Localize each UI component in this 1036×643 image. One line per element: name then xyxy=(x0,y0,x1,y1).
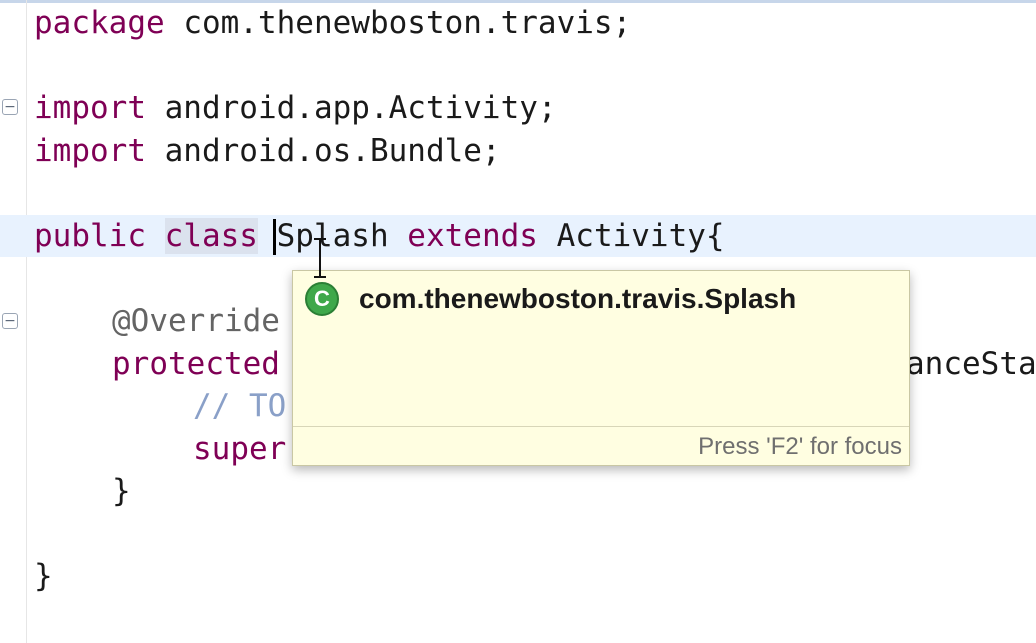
code-line-todo-comment: // TO xyxy=(193,388,287,424)
code-text: android.app.Activity; xyxy=(145,90,557,126)
selected-keyword: class xyxy=(164,218,258,254)
keyword: public xyxy=(34,218,146,254)
ibeam-cursor-icon xyxy=(314,236,326,280)
code-text: com.thenewboston.travis; xyxy=(164,5,632,41)
class-icon: C xyxy=(305,282,339,316)
code-text: Splash xyxy=(257,218,408,254)
code-line-import-bundle: import android.os.Bundle; xyxy=(34,130,501,172)
code-line-method-start: protected xyxy=(112,346,280,382)
popup-class-name: com.thenewboston.travis.Splash xyxy=(359,283,797,314)
keyword: package xyxy=(34,5,165,41)
text-cursor xyxy=(273,219,276,255)
popup-focus-hint: Press 'F2' for focus xyxy=(698,433,902,460)
keyword: import xyxy=(34,90,146,126)
popup-divider xyxy=(293,426,909,427)
code-line-super-call: super xyxy=(193,431,287,467)
keyword: import xyxy=(34,133,146,169)
fold-imports-icon[interactable]: − xyxy=(2,99,18,115)
code-line-class-close-brace: } xyxy=(34,558,53,594)
code-line-override-annotation: @Override xyxy=(112,303,280,339)
code-line-import-activity: import android.app.Activity; xyxy=(34,87,557,129)
fold-method-icon[interactable]: − xyxy=(2,313,18,329)
code-line-class-declaration: public class Splash extends Activity{ xyxy=(34,215,725,257)
hover-info-popup[interactable]: C com.thenewboston.travis.Splash Press '… xyxy=(292,270,910,466)
code-text: Activity{ xyxy=(537,218,725,254)
editor-gutter xyxy=(26,0,27,643)
keyword: extends xyxy=(407,218,538,254)
code-text: android.os.Bundle; xyxy=(145,133,501,169)
code-line-method-param-fragment: anceSta xyxy=(906,346,1036,382)
code-line-package: package com.thenewboston.travis; xyxy=(34,2,631,44)
code-line-method-close-brace: } xyxy=(112,473,131,509)
